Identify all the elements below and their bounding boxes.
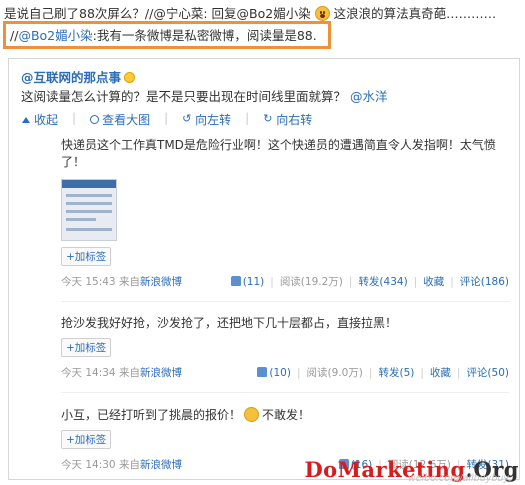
collapse-icon — [21, 115, 31, 125]
like-button[interactable]: (10) — [257, 366, 291, 379]
zoom-icon — [90, 115, 100, 124]
like-button[interactable]: (11) — [230, 275, 265, 288]
source-prefix: 来自 — [118, 459, 140, 471]
add-tag-button[interactable]: +加标签 — [61, 430, 112, 449]
view-large-label: 查看大图 — [102, 113, 151, 127]
post-stats: (10) | 阅读(9.0万) | 转发(5) | 收藏 | 评论(50) — [257, 365, 509, 380]
stats-divider: | — [296, 366, 301, 379]
post-meta: 今天 14:34 来自新浪微博 (10) | 阅读(9.0万) | 转发(5) … — [61, 365, 509, 380]
verified-badge-icon — [124, 72, 136, 83]
thumbs-up-icon — [230, 275, 241, 286]
post-time[interactable]: 今天 15:43 — [61, 276, 116, 288]
surprised-emoji-icon — [314, 6, 330, 21]
post-text-tail: 不敢发！ — [262, 408, 311, 422]
rotate-right-label: 向右转 — [276, 113, 313, 127]
mention-link[interactable]: @Bo2媚小染 — [18, 28, 92, 43]
post-source: 今天 14:30 来自新浪微博 — [61, 457, 182, 472]
rotate-left-icon — [182, 112, 192, 125]
collapse-button[interactable]: 收起 — [21, 111, 58, 128]
stats-divider: | — [348, 275, 353, 288]
laughing-emoji-icon — [244, 407, 260, 422]
repost-text-1: 是说自己刷了88次屏么？//@宁心菜: 回复@Bo2媚小染 — [4, 6, 311, 21]
stats-divider: | — [450, 275, 454, 288]
comment-button[interactable]: 评论(50) — [466, 365, 509, 380]
favorite-button[interactable]: 收藏 — [430, 365, 451, 380]
action-divider: | — [72, 111, 77, 125]
source-link[interactable]: 新浪微博 — [140, 459, 182, 471]
rotate-left-label: 向左转 — [195, 113, 232, 127]
like-count: (10) — [269, 366, 291, 379]
feed-post: 抢沙发我好好抢，沙发抢了，还把地下几十层都占，直接拉黑！ +加标签 今天 14:… — [61, 315, 509, 393]
stats-divider: | — [456, 366, 461, 379]
favorite-button[interactable]: 收藏 — [423, 274, 444, 289]
post-time[interactable]: 今天 14:30 — [61, 459, 116, 471]
repost-button[interactable]: 转发(434) — [358, 274, 407, 289]
question-text: 这阅读量怎么计算的？是不是只要出现在时间线里面就算？ — [21, 89, 347, 104]
post-stats: (11) | 阅读(19.2万) | 转发(434) | 收藏 | 评论(186… — [230, 274, 509, 289]
repost-text-2: :我有一条微博是私密微博，阅读量是88. — [92, 28, 317, 43]
highlighted-repost: //@Bo2媚小染:我有一条微博是私密微博，阅读量是88. — [3, 21, 331, 49]
feed-post: 快递员这个工作真TMD是危险行业啊！这个快递员的遭遇简直令人发指啊！太气愤了！ … — [61, 137, 509, 302]
add-tag-button[interactable]: +加标签 — [61, 338, 112, 357]
view-large-button[interactable]: 查看大图 — [90, 111, 150, 128]
post-time[interactable]: 今天 14:34 — [61, 367, 116, 379]
rotate-right-icon — [263, 112, 273, 125]
comment-button[interactable]: 评论(186) — [460, 274, 509, 289]
like-count: (11) — [242, 275, 265, 288]
stats-divider: | — [413, 275, 418, 288]
read-count: 阅读(19.2万) — [279, 276, 343, 288]
action-divider: | — [164, 111, 169, 125]
post-meta: 今天 15:43 来自新浪微博 (11) | 阅读(19.2万) | 转发(43… — [61, 274, 509, 289]
stats-divider: | — [270, 275, 274, 288]
rotate-right-button[interactable]: 向右转 — [263, 111, 312, 128]
source-prefix: 来自 — [118, 367, 140, 379]
add-tag-button[interactable]: +加标签 — [61, 247, 112, 266]
read-count: 阅读(9.0万) — [306, 367, 363, 379]
source-link[interactable]: 新浪微博 — [140, 367, 182, 379]
stats-divider: | — [368, 366, 373, 379]
post-text: 快递员这个工作真TMD是危险行业啊！这个快递员的遭遇简直令人发指啊！太气愤了！ — [61, 138, 496, 169]
source-link[interactable]: 新浪微博 — [140, 276, 182, 288]
post-text: 抢沙发我好好抢，沙发抢了，还把地下几十层都占，直接拉黑！ — [61, 316, 398, 330]
post-source: 今天 15:43 来自新浪微博 — [61, 274, 182, 289]
author-name[interactable]: @互联网的那点事 — [21, 70, 121, 85]
original-author[interactable]: @互联网的那点事 — [21, 67, 136, 86]
post-text: 小互，已经打听到了挑晨的报价！ — [61, 408, 242, 422]
collapse-label: 收起 — [34, 113, 59, 127]
rotate-left-button[interactable]: 向左转 — [182, 111, 231, 128]
image-actions: 收起 | 查看大图 | 向左转 | 向右转 — [21, 111, 312, 128]
original-post-panel: @互联网的那点事 这阅读量怎么计算的？是不是只要出现在时间线里面就算？ @水洋 … — [8, 58, 520, 480]
repost-text-1-tail: 这浪浪的算法真奇葩………… — [333, 6, 497, 21]
stats-divider: | — [420, 366, 424, 379]
repost-button[interactable]: 转发(5) — [378, 365, 414, 380]
post-image-thumbnail[interactable] — [61, 179, 117, 241]
source-prefix: 来自 — [118, 276, 140, 288]
thumbs-up-icon — [257, 366, 268, 377]
original-question: 这阅读量怎么计算的？是不是只要出现在时间线里面就算？ @水洋 — [21, 86, 388, 105]
post-text-wrap: 小互，已经打听到了挑晨的报价！ 不敢发！ — [61, 407, 509, 424]
action-divider: | — [245, 111, 250, 125]
weibo-url-watermark: weibo.com/allbuybuy — [407, 473, 509, 484]
post-source: 今天 14:34 来自新浪微博 — [61, 365, 182, 380]
question-mention[interactable]: @水洋 — [350, 89, 388, 104]
